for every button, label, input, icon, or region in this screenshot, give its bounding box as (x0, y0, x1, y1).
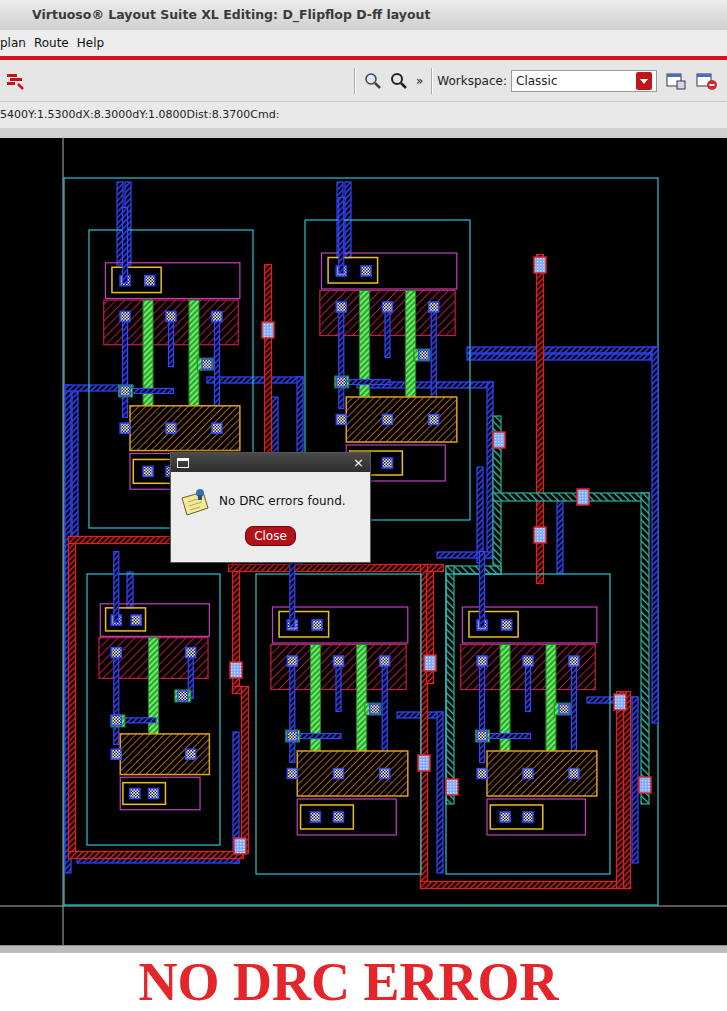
workspace-label: Workspace: (437, 72, 507, 90)
drc-dialog: × No DRC errors found. Close (170, 452, 371, 563)
status-bar: 5400Y:1.5300dX:8.3000dY:1.0800Dist:8.370… (0, 102, 727, 128)
title-bar: Virtuoso® Layout Suite XL Editing: D_Fli… (0, 0, 727, 30)
close-button[interactable]: Close (245, 526, 296, 546)
window-icon (177, 458, 189, 468)
dialog-title-bar: × (171, 453, 370, 472)
workspace-select[interactable]: Classic (511, 70, 657, 92)
window-title: Virtuoso® Layout Suite XL Editing: D_Fli… (32, 6, 430, 25)
menu-bar: planRouteHelp (0, 30, 727, 56)
delete-workspace-icon[interactable] (695, 71, 719, 91)
search-icon[interactable] (390, 72, 408, 90)
dialog-message: No DRC errors found. (219, 488, 346, 510)
tool-icon[interactable] (4, 70, 26, 92)
toolbar: » Workspace: Classic (0, 60, 727, 102)
dialog-close-x[interactable]: × (353, 453, 364, 473)
note-icon (179, 488, 211, 518)
menu-item[interactable]: Route (34, 34, 77, 52)
coordinates: 5400Y:1.5300dX:8.3000dY:1.0800Dist:8.370… (0, 107, 279, 124)
menu-item[interactable]: plan (0, 34, 34, 52)
workspace-value: Classic (516, 72, 636, 90)
zoom-icon[interactable] (364, 72, 382, 90)
caption-text: NO DRC ERROR (138, 953, 558, 1011)
caption-banner: NO DRC ERROR (0, 953, 727, 1011)
layout-window: Virtuoso® Layout Suite XL Editing: D_Fli… (0, 0, 727, 1011)
more-button[interactable]: » (416, 72, 423, 90)
save-workspace-icon[interactable] (665, 71, 687, 91)
menu-item[interactable]: Help (77, 34, 112, 52)
